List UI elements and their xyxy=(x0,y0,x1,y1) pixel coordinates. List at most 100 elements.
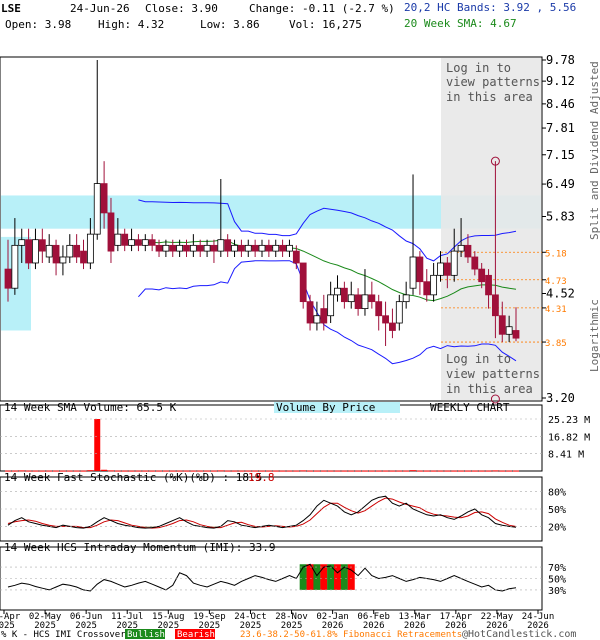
volume-tick-label: 8.41 M xyxy=(548,450,584,461)
volume-bar xyxy=(94,419,101,471)
volume-bar xyxy=(341,470,348,472)
header-high: High: 4.32 xyxy=(98,18,164,31)
candle-body xyxy=(114,233,122,246)
volume-bar xyxy=(403,470,410,472)
price-tick-label: 5.18 xyxy=(545,249,567,259)
candle-body xyxy=(107,212,115,252)
candle-body xyxy=(66,244,74,258)
candle-body xyxy=(313,315,321,324)
pattern-area xyxy=(441,58,541,400)
volume-bar xyxy=(348,470,355,472)
volume-bar xyxy=(327,470,334,472)
price-tick-label: 9.12 xyxy=(546,74,575,88)
volume-bar xyxy=(286,470,293,472)
candle-body xyxy=(32,239,39,264)
candle-body xyxy=(59,256,67,264)
candle-body xyxy=(347,294,355,303)
price-tick-label: 7.81 xyxy=(546,121,575,135)
candle-body xyxy=(210,244,218,252)
stoch-tick-label: 80% xyxy=(548,488,566,499)
header-open: Open: 3.98 xyxy=(5,18,71,31)
footer-legend: % K - HCS IMI Crossover, xyxy=(1,630,131,640)
candle-body xyxy=(409,256,417,289)
candle-body xyxy=(52,244,60,264)
footer-bearish: Bearish xyxy=(177,630,215,640)
volume-bar xyxy=(492,470,499,472)
volume-bar xyxy=(396,470,403,472)
volume-bar xyxy=(471,470,478,472)
candle-body xyxy=(498,315,506,335)
volume-panel-right: WEEKLY CHART xyxy=(430,401,510,414)
candle-body xyxy=(340,287,348,303)
volume-bar xyxy=(437,470,444,472)
candle-body xyxy=(368,294,376,303)
volume-bar xyxy=(430,470,437,472)
bullish-crossover xyxy=(313,564,321,590)
candle-body xyxy=(443,262,451,276)
login-bottom-line3: in this area xyxy=(446,382,533,396)
candle-body xyxy=(512,330,520,339)
login-top-line1: Log in to xyxy=(446,61,511,75)
candle-body xyxy=(292,250,300,264)
price-tick-label: 6.49 xyxy=(546,177,575,191)
side-label-log: Logarithmic xyxy=(588,299,600,372)
footer-credit[interactable]: @HotCandlestick.com xyxy=(462,629,576,640)
header-close: Close: 3.90 xyxy=(145,2,218,15)
volume-bar xyxy=(478,470,485,472)
volume-bar xyxy=(368,470,375,472)
volume-bar xyxy=(361,470,368,472)
price-tick-label: 4.73 xyxy=(545,277,567,287)
candle-body xyxy=(217,239,225,252)
chart-canvas: LSE 24-Jun-26 Close: 3.90 Change: -0.11 … xyxy=(0,1,600,640)
candle-body xyxy=(189,244,197,252)
volume-bar xyxy=(451,470,458,472)
candle-body xyxy=(471,256,479,270)
volume-tick-label: 25.23 M xyxy=(548,415,590,426)
login-top-line3: in this area xyxy=(446,90,533,104)
bullish-crossover xyxy=(299,564,307,590)
stoch-panel-title: 14 Week Fast Stochastic (%K)(%D) : 18.5 xyxy=(4,471,262,484)
candle-body xyxy=(272,244,280,252)
candle-body xyxy=(128,239,135,246)
candle-body xyxy=(450,250,458,276)
candle-body xyxy=(4,268,12,289)
volume-bar xyxy=(320,470,327,472)
candle-body xyxy=(93,183,101,235)
volume-bar xyxy=(300,470,307,472)
header-change: Change: -0.11 (-2.7 %) xyxy=(249,2,395,15)
login-bottom-line2: view patterns xyxy=(446,367,540,381)
price-tick-label: 9.78 xyxy=(546,53,575,67)
candle-body xyxy=(464,244,472,258)
stoch-tick-label: 50% xyxy=(548,505,566,516)
volume-bar xyxy=(382,470,389,472)
candle-body xyxy=(169,244,177,252)
candle-body xyxy=(148,239,156,246)
volume-bar xyxy=(506,470,513,472)
volume-bar xyxy=(279,470,286,472)
price-tick-label: 3.85 xyxy=(545,339,567,349)
login-top-line2: view patterns xyxy=(446,75,540,89)
imi-tick-label: 70% xyxy=(548,563,566,574)
price-tick-label: 4.31 xyxy=(545,305,567,315)
candle-body xyxy=(286,244,293,252)
side-label-adjusted: Split and Dividend Adjusted xyxy=(588,61,600,240)
stoch-panel-d-value: 19.8 xyxy=(248,471,275,484)
candle-body xyxy=(395,301,403,324)
candle-body xyxy=(86,233,94,264)
candle-body xyxy=(183,244,190,252)
volume-bar xyxy=(410,470,417,472)
candle-body xyxy=(121,233,129,246)
candle-body xyxy=(45,244,53,258)
volume-tick-label: 16.82 M xyxy=(548,432,590,443)
candle-body xyxy=(478,268,486,283)
volume-panel-title: 14 Week SMA Volume: 65.5 K xyxy=(4,401,177,414)
volume-bar xyxy=(416,470,423,472)
volume-bar xyxy=(458,470,465,472)
candle-body xyxy=(402,294,410,303)
candle-body xyxy=(457,244,465,252)
candle-body xyxy=(176,244,184,252)
bearish-crossover xyxy=(334,564,342,590)
candle-body xyxy=(265,244,273,252)
volume-bar xyxy=(485,470,492,472)
login-bottom-line1: Log in to xyxy=(446,352,511,366)
